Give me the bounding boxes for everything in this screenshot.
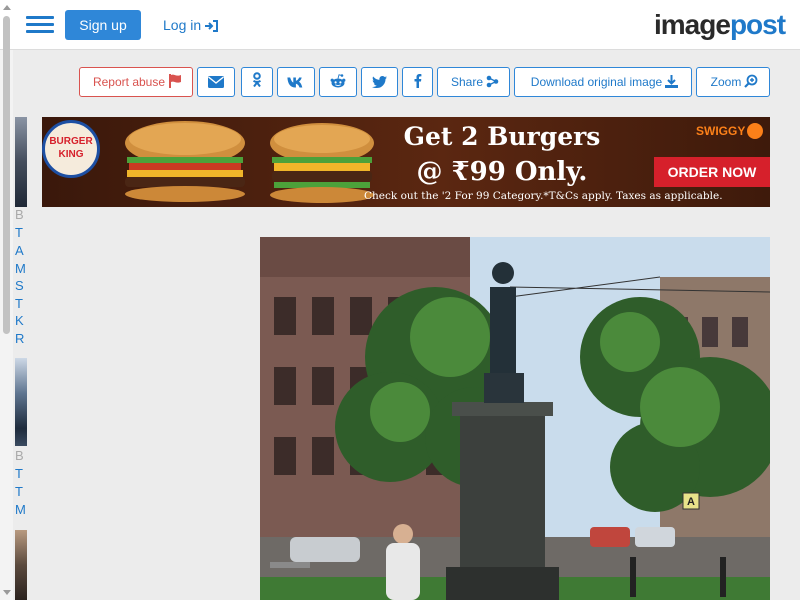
- vk-icon: [287, 77, 303, 88]
- gallery-text: B: [15, 448, 24, 463]
- gallery-link[interactable]: T: [15, 295, 27, 312]
- share-facebook-button[interactable]: [402, 67, 433, 97]
- swiggy-logo: SWIGGY: [696, 121, 768, 141]
- download-original-button[interactable]: Download original image: [514, 67, 692, 97]
- advertisement-banner[interactable]: BURGER KING Get 2 Burgers @ ₹99 Only. Ch…: [42, 117, 770, 207]
- logo-post-text: post: [729, 9, 786, 40]
- gallery-thumbnail[interactable]: [15, 530, 27, 600]
- gallery-link[interactable]: K: [15, 312, 27, 329]
- gallery-link[interactable]: T: [15, 465, 27, 482]
- scrollbar-thumb[interactable]: [3, 16, 10, 334]
- gallery-link[interactable]: R: [15, 330, 27, 347]
- login-link[interactable]: Log in: [163, 16, 223, 34]
- odnoklassniki-icon: [252, 72, 262, 88]
- gallery-link[interactable]: T: [15, 224, 27, 241]
- ad-order-now-button[interactable]: ORDER NOW: [654, 157, 770, 187]
- logo-image-text: image: [654, 9, 731, 40]
- facebook-icon: [414, 74, 421, 88]
- share-button[interactable]: Share: [437, 67, 510, 97]
- share-vk-button[interactable]: [277, 67, 315, 97]
- download-icon: [665, 75, 679, 88]
- report-abuse-label: Report abuse: [92, 75, 166, 89]
- main-photo[interactable]: A: [260, 237, 770, 600]
- zoom-button[interactable]: Zoom: [696, 67, 770, 97]
- signup-button[interactable]: Sign up: [65, 10, 141, 40]
- gallery-link[interactable]: A: [15, 242, 27, 259]
- login-label: Log in: [163, 17, 202, 33]
- ad-headline: Get 2 Burgers: [403, 122, 601, 151]
- magnifier-plus-icon: [744, 74, 758, 88]
- scroll-down-arrow-icon[interactable]: [3, 590, 11, 595]
- download-label: Download original image: [530, 75, 663, 89]
- sign-in-icon: [205, 20, 219, 32]
- ad-price: @ ₹99 Only.: [416, 157, 588, 187]
- reddit-icon: [330, 74, 346, 88]
- gallery-link[interactable]: S: [15, 277, 27, 294]
- site-header: imagepost Log in Sign up: [0, 0, 800, 50]
- swiggy-logo-text: SWIGGY: [696, 124, 746, 138]
- share-label: Share: [450, 75, 484, 89]
- gallery-link[interactable]: M: [15, 501, 27, 518]
- gallery-link[interactable]: M: [15, 260, 27, 277]
- gallery-text: B: [15, 207, 24, 222]
- zoom-label: Zoom: [710, 75, 742, 89]
- gallery-thumbnail[interactable]: [15, 358, 27, 446]
- share-twitter-button[interactable]: [361, 67, 398, 97]
- share-icon: [486, 75, 499, 88]
- share-odnoklassniki-button[interactable]: [241, 67, 273, 97]
- hamburger-menu-icon[interactable]: [26, 13, 54, 37]
- report-abuse-button[interactable]: Report abuse: [79, 67, 193, 97]
- swiggy-pin-icon: [747, 123, 764, 139]
- share-reddit-button[interactable]: [319, 67, 357, 97]
- flag-icon: [169, 74, 182, 88]
- burger-king-logo: BURGER KING: [42, 120, 100, 178]
- ad-fine-print: Check out the '2 For 99 Category.*T&Cs a…: [364, 190, 723, 202]
- burger-king-logo-text: BURGER KING: [49, 136, 93, 160]
- street-sign-text: A: [687, 496, 695, 508]
- share-email-button[interactable]: [197, 67, 235, 97]
- twitter-icon: [372, 76, 387, 88]
- email-icon: [208, 76, 224, 88]
- burger-illustration: [125, 121, 374, 203]
- gallery-link[interactable]: T: [15, 483, 27, 500]
- gallery-thumbnail[interactable]: [15, 117, 27, 207]
- street-photo-illustration: A: [260, 237, 770, 600]
- scroll-up-arrow-icon[interactable]: [3, 5, 11, 10]
- postimage-logo[interactable]: imagepost: [654, 9, 786, 41]
